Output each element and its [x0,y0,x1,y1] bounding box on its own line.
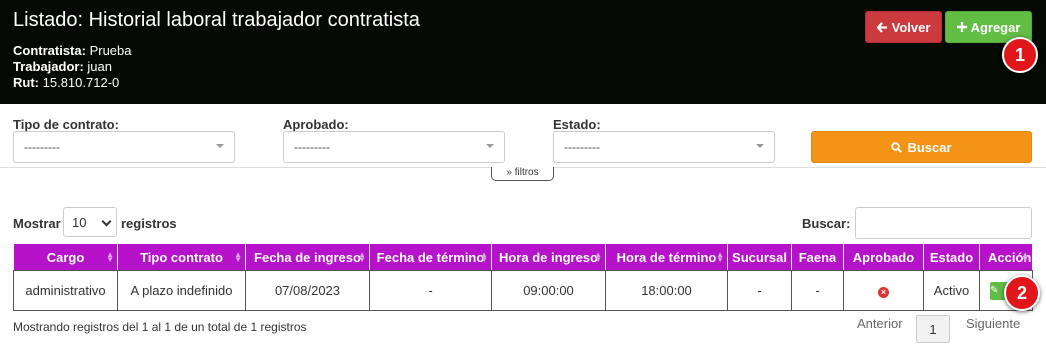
rut-value: 15.810.712-0 [42,75,120,90]
filters-toggle[interactable]: » filtros [491,167,554,181]
cell-aprobado: × [843,270,924,311]
records-label: registros [121,216,177,231]
contratista-label: Contratista: [13,43,86,58]
column-header-faena: Faena [791,243,844,271]
caret-down-icon [756,144,764,148]
aprobado-label: Aprobado: [283,117,349,132]
filters-toggle-label: filtros [514,167,539,178]
search-button-label: Buscar [907,139,952,155]
estado-value: --------- [564,140,600,154]
contratista-value: Prueba [89,43,132,58]
cell-faena: - [791,270,844,311]
double-chevron-up-icon: » [506,167,512,178]
aprobado-value: --------- [294,140,330,154]
sort-icon: ▲ ▼ [594,250,602,264]
rut-label: Rut: [13,75,39,90]
step-badge-2: 2 [1004,275,1040,311]
trabajador-label: Trabajador: [13,59,84,74]
sort-icon: ▲ ▼ [480,250,488,264]
pagination-previous[interactable]: Anterior [857,316,903,331]
sort-icon: ▲ ▼ [106,250,114,264]
table-search-input[interactable] [855,207,1032,239]
column-header-sucursal: Sucursal [727,243,792,271]
sort-icon: ▲ ▼ [234,250,242,264]
estado-label: Estado: [553,117,601,132]
cell-hora-termino: 18:00:00 [605,270,728,311]
sort-icon: ▲ ▼ [716,250,724,264]
cell-fecha-termino: - [369,270,492,311]
history-table: Cargo ▲ ▼ Tipo contrato ▲ ▼ Fecha de ingreso… [13,243,1033,311]
column-header-hora-termino[interactable]: Hora de término ▲ ▼ [605,243,728,271]
column-header-tipo-contrato[interactable]: Tipo contrato ▲ ▼ [117,243,246,271]
column-header-cargo[interactable]: Cargo ▲ ▼ [13,243,118,271]
add-button-label: Agregar [970,19,1021,35]
table-info: Mostrando registros del 1 al 1 de un tot… [13,320,307,334]
show-label: Mostrar [13,216,61,231]
cell-estado: Activo [923,270,980,311]
pagination-page-1[interactable]: 1 [916,315,950,343]
worker-meta: Contratista: Prueba Trabajador: juan Rut… [13,43,132,91]
trabajador-value: juan [87,59,112,74]
pagination-next[interactable]: Siguiente [966,316,1020,331]
step-badge-1: 1 [1002,37,1038,73]
caret-down-icon [486,144,494,148]
chevron-down-icon [101,216,112,227]
cell-tipo-contrato: A plazo indefinido [117,270,246,311]
search-icon [891,141,903,153]
sort-icon: ▲ ▼ [358,250,366,264]
table-row: administrativo A plazo indefinido 07/08/… [13,270,1033,311]
sort-icon: ▲ ▼ [1021,250,1029,264]
arrow-left-icon [876,21,887,33]
column-header-fecha-ingreso[interactable]: Fecha de ingreso ▲ ▼ [245,243,370,271]
column-header-hora-ingreso[interactable]: Hora de ingreso ▲ ▼ [491,243,606,271]
aprobado-select[interactable]: --------- [283,131,505,163]
column-header-accion[interactable]: Acción ▲ ▼ [979,243,1033,271]
caret-down-icon [216,144,224,148]
x-circle-icon: × [878,287,889,298]
search-button[interactable]: Buscar [811,131,1032,163]
back-button[interactable]: Volver [865,11,942,43]
tipo-contrato-label: Tipo de contrato: [13,117,119,132]
page-title: Listado: Historial laboral trabajador co… [13,9,420,31]
plus-icon [956,22,967,32]
tipo-contrato-select[interactable]: --------- [13,131,235,163]
tipo-contrato-value: --------- [24,140,60,154]
cell-cargo: administrativo [13,270,118,311]
page-length-select[interactable]: 10 [63,207,117,237]
pencil-icon: ✎ [990,285,999,296]
column-header-aprobado: Aprobado [843,243,924,271]
cell-hora-ingreso: 09:00:00 [491,270,606,311]
column-header-fecha-termino[interactable]: Fecha de término ▲ ▼ [369,243,492,271]
page-header: Listado: Historial laboral trabajador co… [0,0,1046,104]
estado-select[interactable]: --------- [553,131,775,163]
table-search-label: Buscar: [802,216,851,231]
column-header-estado: Estado [923,243,980,271]
back-button-label: Volver [891,19,931,35]
cell-sucursal: - [727,270,792,311]
cell-fecha-ingreso: 07/08/2023 [245,270,370,311]
page-length-value: 10 [72,215,87,230]
table-header-row: Cargo ▲ ▼ Tipo contrato ▲ ▼ Fecha de ingreso… [13,243,1033,271]
